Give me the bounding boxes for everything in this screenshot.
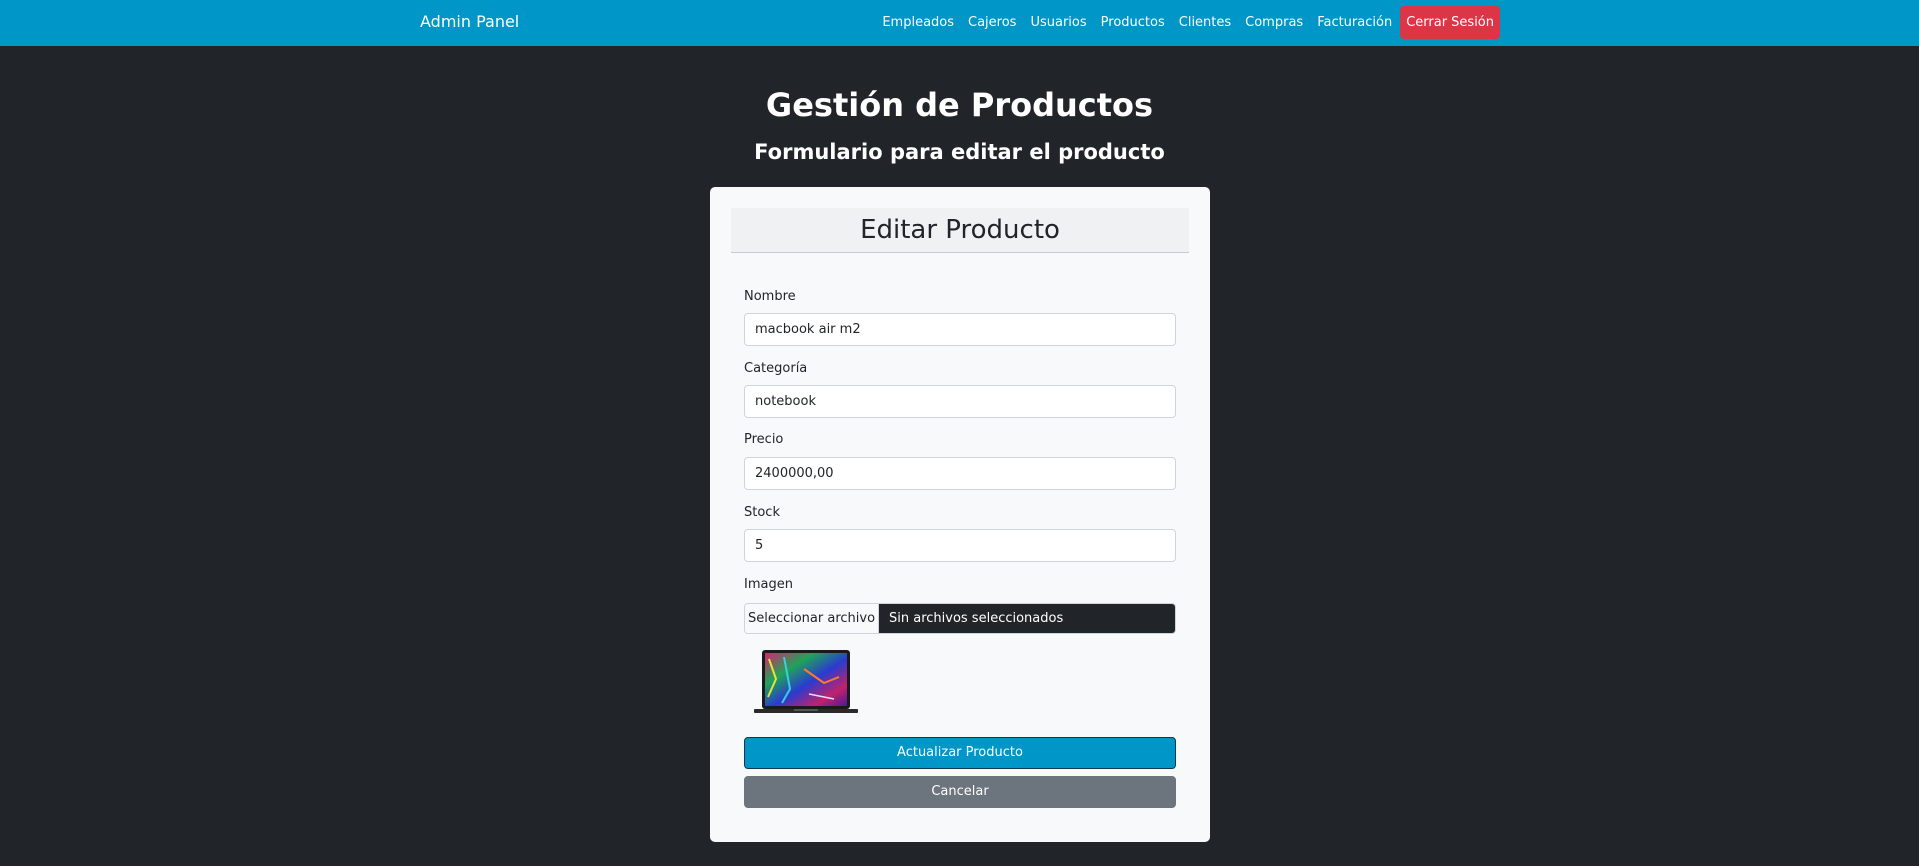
choose-file-button[interactable]: Seleccionar archivo xyxy=(745,604,879,633)
card-header: Editar Producto xyxy=(731,208,1189,253)
nav-link-clientes[interactable]: Clientes xyxy=(1172,6,1238,39)
nav-link-usuarios[interactable]: Usuarios xyxy=(1023,6,1093,39)
precio-label: Precio xyxy=(744,432,784,447)
nav-link-facturacion[interactable]: Facturación xyxy=(1310,6,1399,39)
precio-input[interactable]: 2400000,00 xyxy=(744,457,1176,490)
logout-button[interactable]: Cerrar Sesión xyxy=(1400,6,1500,39)
nombre-label: Nombre xyxy=(744,289,796,304)
brand-link[interactable]: Admin Panel xyxy=(420,12,519,31)
page-subtitle: Formulario para editar el producto xyxy=(754,140,1165,164)
page-title: Gestión de Productos xyxy=(765,86,1154,124)
edit-product-card: Editar Producto Nombre macbook air m2 Ca… xyxy=(710,187,1210,842)
nav-links: Empleados Cajeros Usuarios Productos Cli… xyxy=(875,6,1500,39)
categoria-input[interactable]: notebook xyxy=(744,385,1176,418)
imagen-label: Imagen xyxy=(744,577,793,592)
nav-link-productos[interactable]: Productos xyxy=(1094,6,1172,39)
top-navbar: Admin Panel Empleados Cajeros Usuarios P… xyxy=(0,0,1919,46)
nav-link-cajeros[interactable]: Cajeros xyxy=(961,6,1023,39)
nav-link-compras[interactable]: Compras xyxy=(1238,6,1310,39)
stock-input[interactable]: 5 xyxy=(744,529,1176,562)
cancel-button[interactable]: Cancelar xyxy=(744,776,1176,808)
imagen-file-input[interactable]: Seleccionar archivo Sin archivos selecci… xyxy=(744,603,1176,634)
update-product-button[interactable]: Actualizar Producto xyxy=(744,737,1176,769)
nombre-input[interactable]: macbook air m2 xyxy=(744,313,1176,346)
categoria-label: Categoría xyxy=(744,361,808,376)
laptop-thumbnail xyxy=(754,650,858,713)
file-status-text: Sin archivos seleccionados xyxy=(879,604,1175,633)
nav-link-empleados[interactable]: Empleados xyxy=(875,6,961,39)
stock-label: Stock xyxy=(744,505,780,520)
